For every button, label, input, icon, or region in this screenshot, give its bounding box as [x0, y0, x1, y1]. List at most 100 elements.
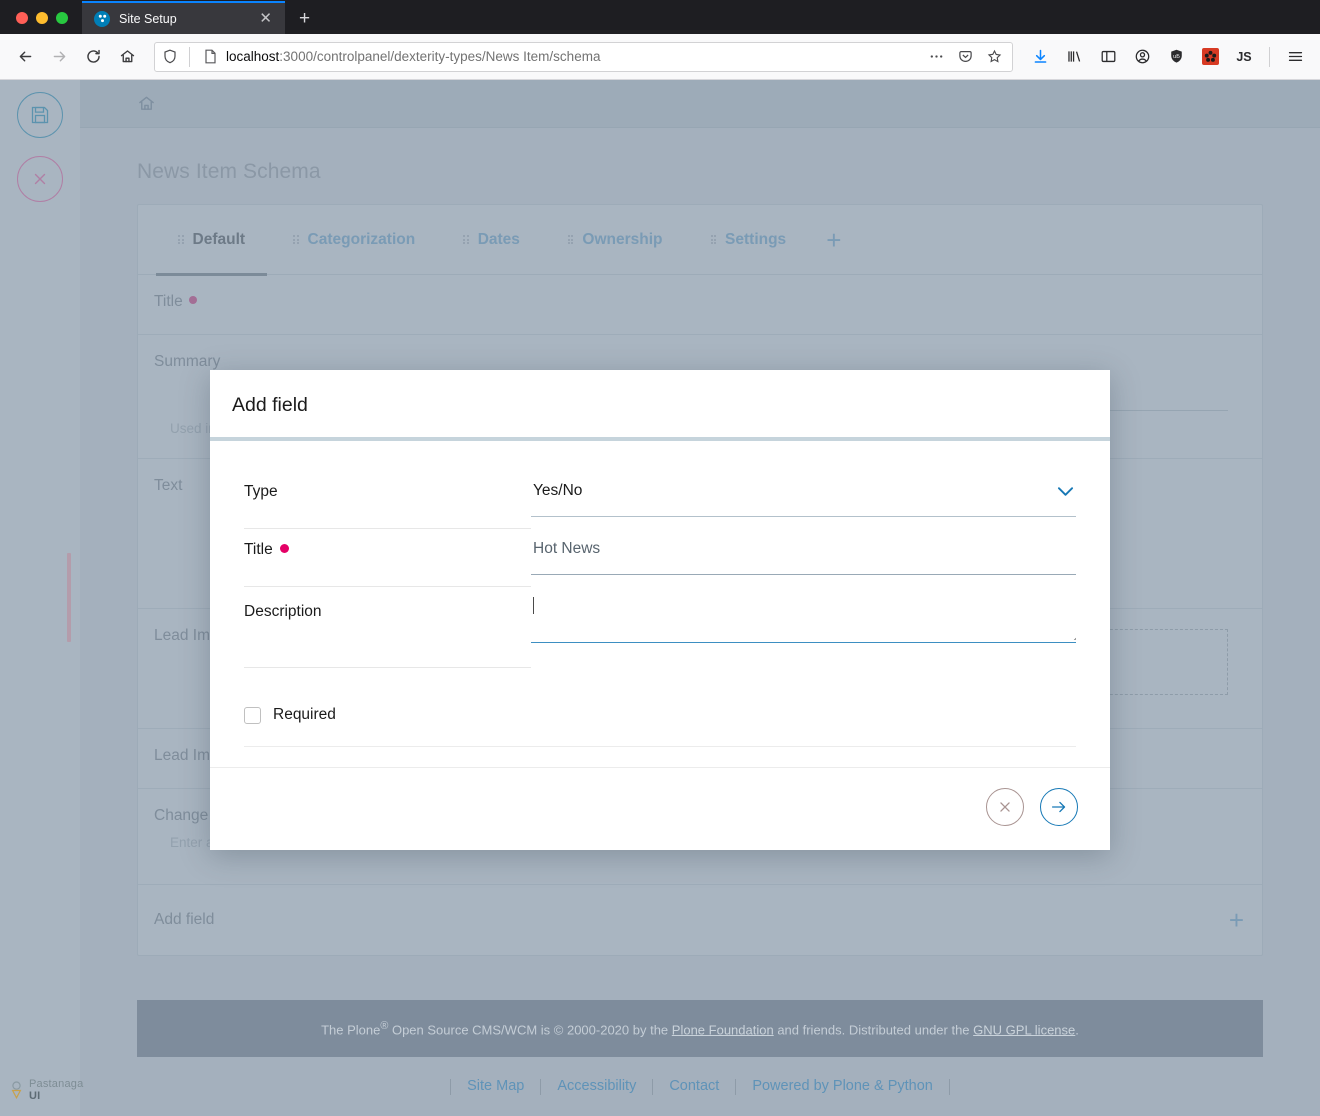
browser-tab-title: Site Setup	[119, 11, 177, 26]
chevron-down-icon[interactable]	[1057, 486, 1074, 497]
description-label: Description	[244, 603, 322, 620]
back-arrow-icon[interactable]	[10, 42, 40, 72]
close-icon[interactable]: ✕	[256, 9, 275, 28]
plone-logo-icon	[94, 10, 110, 27]
footer-link-accessibility[interactable]: Accessibility	[541, 1078, 654, 1096]
add-field-plus-icon[interactable]: +	[1229, 907, 1244, 933]
description-control-wrap	[531, 587, 1076, 643]
shield-icon[interactable]	[163, 49, 177, 64]
tab-label: Dates	[477, 230, 520, 248]
title-label-wrap: Title	[244, 529, 531, 587]
extension-icon[interactable]	[1195, 42, 1225, 72]
tab-default[interactable]: Default	[156, 205, 268, 276]
url-text[interactable]: localhost:3000/controlpanel/dexterity-ty…	[223, 49, 919, 64]
footer-links: Site Map Accessibility Contact Powered b…	[80, 1057, 1320, 1096]
type-label: Type	[244, 483, 278, 500]
required-label: Required	[273, 706, 336, 723]
required-dot-icon	[188, 296, 197, 304]
description-textarea[interactable]	[531, 587, 1076, 643]
add-field-label: Add field	[154, 911, 215, 928]
modal-field-type: Type Yes/No	[244, 471, 1076, 529]
gnu-gpl-license-link[interactable]: GNU GPL license	[973, 1022, 1075, 1037]
type-select[interactable]: Yes/No	[531, 471, 1076, 517]
schema-tabs: Default Categorization Dates Ownership S…	[138, 205, 1262, 276]
plone-foundation-link[interactable]: Plone Foundation	[672, 1022, 774, 1037]
tab-label: Default	[192, 230, 246, 248]
drag-handle-icon[interactable]	[463, 235, 469, 244]
field-control[interactable]	[534, 293, 1244, 316]
text-caret	[533, 597, 534, 614]
pocket-icon[interactable]	[954, 49, 977, 64]
add-field-row[interactable]: Add field +	[138, 885, 1262, 955]
drag-handle-icon[interactable]	[178, 235, 184, 244]
ellipsis-icon[interactable]	[925, 49, 948, 64]
js-label: JS	[1236, 49, 1252, 64]
pastanaga-label: Pastanaga UI	[29, 1078, 84, 1102]
save-floppy-icon[interactable]	[17, 92, 63, 138]
drag-handle-icon[interactable]	[293, 235, 299, 244]
footer-link-powered-by[interactable]: Powered by Plone & Python	[736, 1078, 950, 1096]
modal-title: Add field	[232, 394, 308, 416]
add-tab-button[interactable]: +	[812, 227, 855, 253]
submit-button[interactable]	[1040, 788, 1078, 826]
downloads-icon[interactable]	[1025, 42, 1055, 72]
modal-header: Add field	[210, 370, 1110, 441]
address-bar[interactable]: localhost:3000/controlpanel/dexterity-ty…	[154, 41, 1013, 72]
home-icon[interactable]	[112, 42, 142, 72]
drag-handle-icon[interactable]	[567, 235, 574, 244]
modal-required-section: Required	[244, 686, 1076, 747]
left-toolbar: Pastanaga UI	[0, 80, 84, 1116]
library-icon[interactable]	[1059, 42, 1089, 72]
star-icon[interactable]	[983, 49, 1006, 64]
cancel-button[interactable]	[986, 788, 1024, 826]
required-checkbox-row[interactable]: Required	[244, 686, 1076, 724]
tab-label: Ownership	[582, 230, 663, 248]
footer-link-contact[interactable]: Contact	[653, 1078, 737, 1096]
title-input[interactable]: Hot News	[531, 529, 1076, 575]
pastanaga-mark-icon	[10, 1081, 23, 1100]
new-tab-button[interactable]: +	[285, 9, 324, 34]
required-dot-icon	[279, 544, 289, 553]
privacy-shield-icon[interactable]: uБ	[1161, 42, 1191, 72]
drag-indicator-bar	[67, 553, 71, 642]
modal-field-title: Title Hot News	[244, 529, 1076, 587]
resize-grip-icon[interactable]	[1063, 627, 1076, 640]
reload-icon[interactable]	[78, 42, 108, 72]
type-control-wrap: Yes/No	[531, 471, 1076, 517]
sidebar-icon[interactable]	[1093, 42, 1123, 72]
url-host: localhost	[226, 49, 280, 64]
tab-label: Settings	[725, 230, 787, 248]
forward-arrow-icon[interactable]	[44, 42, 74, 72]
tab-settings[interactable]: Settings	[689, 205, 809, 275]
tab-categorization[interactable]: Categorization	[271, 205, 437, 275]
minimize-window-button[interactable]	[36, 12, 48, 24]
colophon: The Plone® Open Source CMS/WCM is © 2000…	[137, 1000, 1263, 1058]
close-circle-icon[interactable]	[17, 156, 63, 202]
close-window-button[interactable]	[16, 12, 28, 24]
javascript-toggle-icon[interactable]: JS	[1229, 42, 1259, 72]
required-checkbox[interactable]	[244, 706, 261, 724]
tab-dates[interactable]: Dates	[441, 205, 542, 275]
description-label-wrap: Description	[244, 587, 531, 668]
footer-link-site-map[interactable]: Site Map	[450, 1078, 542, 1096]
home-icon[interactable]	[137, 94, 156, 113]
browser-window: Site Setup ✕ + localhost:3000/controlpan…	[0, 0, 1320, 1116]
menu-icon[interactable]	[1280, 42, 1310, 72]
field-row-title[interactable]: Title	[138, 275, 1262, 335]
field-label: Title	[154, 293, 534, 316]
title-control-wrap: Hot News	[531, 529, 1076, 575]
drag-handle-icon[interactable]	[710, 235, 717, 244]
add-field-modal: Add field Type Yes/No Title Hot News Des…	[210, 370, 1110, 850]
window-controls	[0, 12, 82, 34]
tab-label: Categorization	[307, 230, 416, 248]
page-title: News Item Schema	[137, 160, 321, 183]
type-selected-value: Yes/No	[533, 482, 583, 499]
maximize-window-button[interactable]	[56, 12, 68, 24]
tab-ownership[interactable]: Ownership	[546, 205, 685, 275]
browser-nav-bar: localhost:3000/controlpanel/dexterity-ty…	[0, 34, 1320, 80]
breadcrumb	[80, 80, 1320, 128]
modal-body: Type Yes/No Title Hot News Description R…	[210, 441, 1110, 747]
account-icon[interactable]	[1127, 42, 1157, 72]
browser-tab[interactable]: Site Setup ✕	[82, 1, 285, 34]
colophon-text: The Plone	[321, 1022, 381, 1038]
